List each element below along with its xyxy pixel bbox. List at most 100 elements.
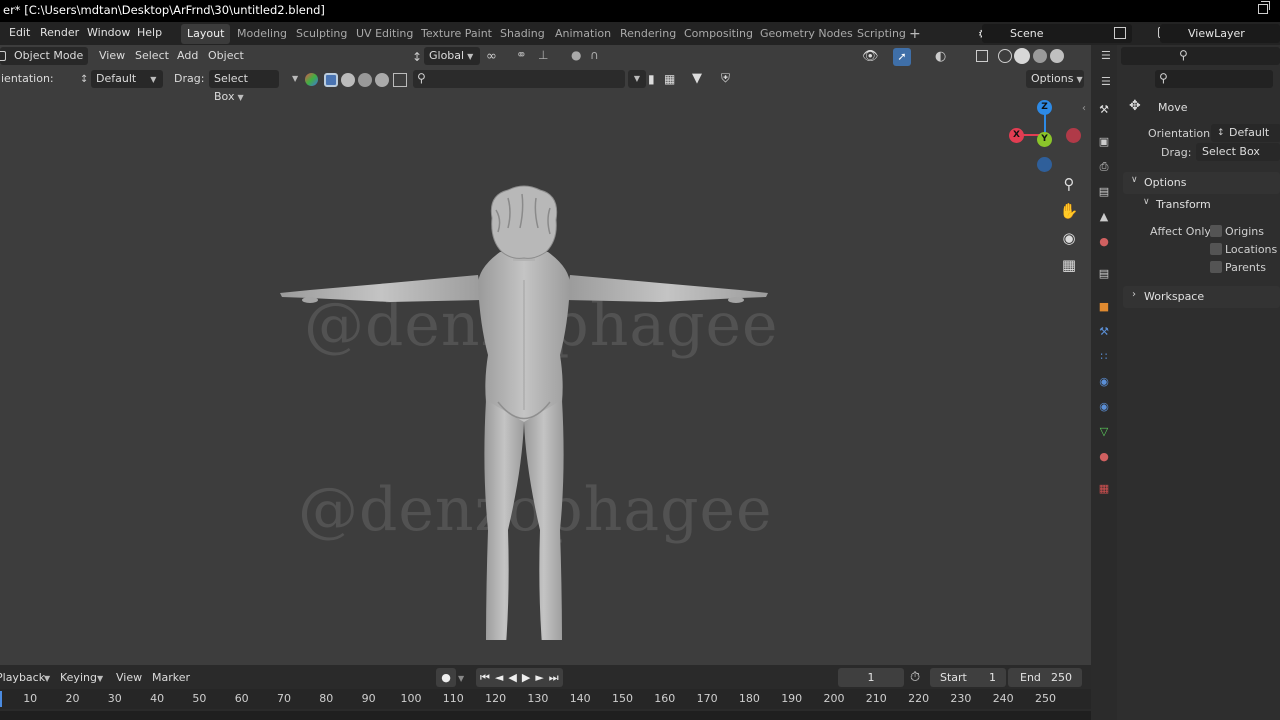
gizmo-z-axis[interactable]: Z: [1037, 100, 1052, 115]
proportional-edit-icon[interactable]: ●: [571, 48, 581, 62]
snap-icon[interactable]: ⚭: [516, 48, 527, 63]
menu-window[interactable]: Window: [87, 22, 130, 45]
stopwatch-icon[interactable]: ⏱: [910, 670, 920, 685]
rendered-shading-icon[interactable]: [1050, 49, 1064, 63]
visibility-eye-icon[interactable]: 👁: [862, 49, 879, 64]
grid-icon[interactable]: ▦: [1058, 254, 1080, 276]
tab-uv-editing[interactable]: UV Editing: [350, 24, 419, 44]
menu-object[interactable]: Object: [203, 47, 249, 65]
overlays-icon[interactable]: ◐: [935, 49, 946, 64]
tab-animation[interactable]: Animation: [549, 24, 617, 44]
parents-checkbox[interactable]: [1210, 261, 1222, 273]
chevron-down-icon[interactable]: ▼: [292, 74, 298, 83]
scene-field[interactable]: Scene: [982, 24, 1132, 43]
gizmo-toggle-icon[interactable]: ➚: [893, 48, 911, 66]
transform-orientation-dropdown[interactable]: Global ▼: [424, 47, 480, 65]
tool-tab-icon[interactable]: ⚒: [1097, 103, 1111, 117]
gizmo-x-axis[interactable]: X: [1009, 128, 1024, 143]
prev-keyframe-icon[interactable]: ◄: [495, 671, 503, 684]
render-tab-icon[interactable]: ▣: [1097, 135, 1111, 149]
tab-geometry-nodes[interactable]: Geometry Nodes: [754, 24, 859, 44]
menu-keying[interactable]: Keying: [60, 669, 97, 687]
next-keyframe-icon[interactable]: ►: [535, 671, 543, 684]
select-invert-icon[interactable]: [375, 73, 389, 87]
wireframe-shading-icon[interactable]: [998, 49, 1012, 63]
material-tab-icon[interactable]: ●: [1097, 450, 1111, 464]
jump-end-icon[interactable]: ⏭: [549, 671, 559, 685]
physics-tab-icon[interactable]: ◉: [1097, 375, 1111, 389]
collection-tab-icon[interactable]: ▤: [1097, 267, 1111, 281]
display-mode-icon[interactable]: ▦: [664, 72, 675, 86]
select-extend-icon[interactable]: [341, 73, 355, 87]
view-layer-tab-icon[interactable]: ▤: [1097, 185, 1111, 199]
locations-checkbox[interactable]: [1210, 243, 1222, 255]
filter-funnel-icon[interactable]: ▼: [692, 71, 702, 86]
modifier-wrench-icon[interactable]: ⚒: [1097, 325, 1111, 339]
bookmark-icon[interactable]: ▮: [648, 72, 655, 86]
tab-sculpting[interactable]: Sculpting: [290, 24, 353, 44]
play-icon[interactable]: ▶: [522, 671, 530, 684]
jump-start-icon[interactable]: ⏮: [480, 671, 490, 685]
pivot-point-icon[interactable]: ∞: [486, 49, 497, 64]
play-reverse-icon[interactable]: ◀: [508, 671, 516, 684]
object-types-icon[interactable]: [305, 73, 318, 86]
menu-playback[interactable]: Playback: [0, 669, 45, 687]
workspace-panel-header[interactable]: › Workspace: [1123, 286, 1280, 308]
timeline-scrollbar[interactable]: [0, 711, 1091, 720]
add-workspace-button[interactable]: +: [903, 24, 927, 44]
properties-search-input-2[interactable]: [1155, 70, 1273, 88]
tab-modeling[interactable]: Modeling: [231, 24, 293, 44]
options-panel-header[interactable]: ∨ Options: [1123, 172, 1280, 194]
object-mode-dropdown[interactable]: Object Mode: [0, 47, 89, 65]
particles-tab-icon[interactable]: ∷: [1097, 350, 1111, 364]
camera-icon[interactable]: ◉: [1058, 227, 1080, 249]
tab-layout[interactable]: Layout: [181, 24, 231, 44]
filter-dropdown-icon[interactable]: ▼: [628, 70, 646, 88]
zoom-icon[interactable]: ⚲: [1058, 173, 1080, 195]
select-subtract-icon[interactable]: [358, 73, 372, 87]
data-tab-icon[interactable]: ▽: [1097, 425, 1111, 439]
menu-select[interactable]: Select: [130, 47, 174, 65]
sidebar-toggle-icon[interactable]: ‹: [1082, 103, 1086, 114]
properties-search-input[interactable]: [1121, 47, 1280, 65]
drag-dropdown[interactable]: Select Box: [1196, 143, 1280, 161]
search-input[interactable]: [413, 70, 625, 88]
tab-shading[interactable]: Shading: [494, 24, 551, 44]
options-dropdown[interactable]: Options ▼: [1026, 70, 1084, 88]
xray-icon[interactable]: [976, 50, 988, 62]
gizmo-neg-z-axis[interactable]: [1037, 157, 1052, 172]
menu-help[interactable]: Help: [137, 22, 162, 45]
solid-shading-icon[interactable]: [1014, 48, 1030, 64]
menu-render[interactable]: Render: [40, 22, 79, 45]
menu-marker[interactable]: Marker: [152, 669, 190, 687]
restore-window-icon[interactable]: [1258, 1, 1270, 14]
orientation-dropdown[interactable]: Default ▼: [91, 70, 163, 88]
constraints-tab-icon[interactable]: ◉: [1097, 400, 1111, 414]
material-shading-icon[interactable]: [1033, 49, 1047, 63]
origins-checkbox[interactable]: [1210, 225, 1222, 237]
falloff-icon[interactable]: ∩: [590, 48, 599, 62]
tab-compositing[interactable]: Compositing: [678, 24, 759, 44]
object-tab-icon[interactable]: ■: [1097, 300, 1111, 314]
shield-icon[interactable]: ⛨: [721, 71, 730, 86]
tab-rendering[interactable]: Rendering: [614, 24, 682, 44]
select-intersect-icon[interactable]: [393, 73, 407, 87]
end-frame-field[interactable]: End 250: [1008, 668, 1082, 687]
tab-texture-paint[interactable]: Texture Paint: [415, 24, 498, 44]
view-layer-field[interactable]: ViewLayer: [1160, 24, 1280, 43]
editor-type-icon[interactable]: ☰: [1101, 49, 1111, 62]
editor-type-icon-2[interactable]: ☰: [1101, 75, 1111, 88]
scene-tab-icon[interactable]: ▲: [1097, 210, 1111, 224]
gizmo-neg-x-axis[interactable]: [1066, 128, 1081, 143]
menu-view[interactable]: View: [94, 47, 130, 65]
drag-dropdown[interactable]: Select Box ▼: [209, 70, 279, 103]
select-new-icon[interactable]: [324, 73, 338, 87]
current-frame-field[interactable]: 1: [838, 668, 904, 687]
menu-add[interactable]: Add: [172, 47, 203, 65]
world-tab-icon[interactable]: ●: [1097, 235, 1111, 249]
snap-target-icon[interactable]: ⊥: [538, 48, 548, 62]
pan-hand-icon[interactable]: ✋: [1058, 200, 1080, 222]
3d-viewport[interactable]: Object Mode View Select Add Object ↕ Glo…: [0, 45, 1091, 665]
3d-model-figure[interactable]: [270, 140, 780, 640]
transform-subpanel-header[interactable]: ∨ Transform: [1135, 194, 1280, 216]
